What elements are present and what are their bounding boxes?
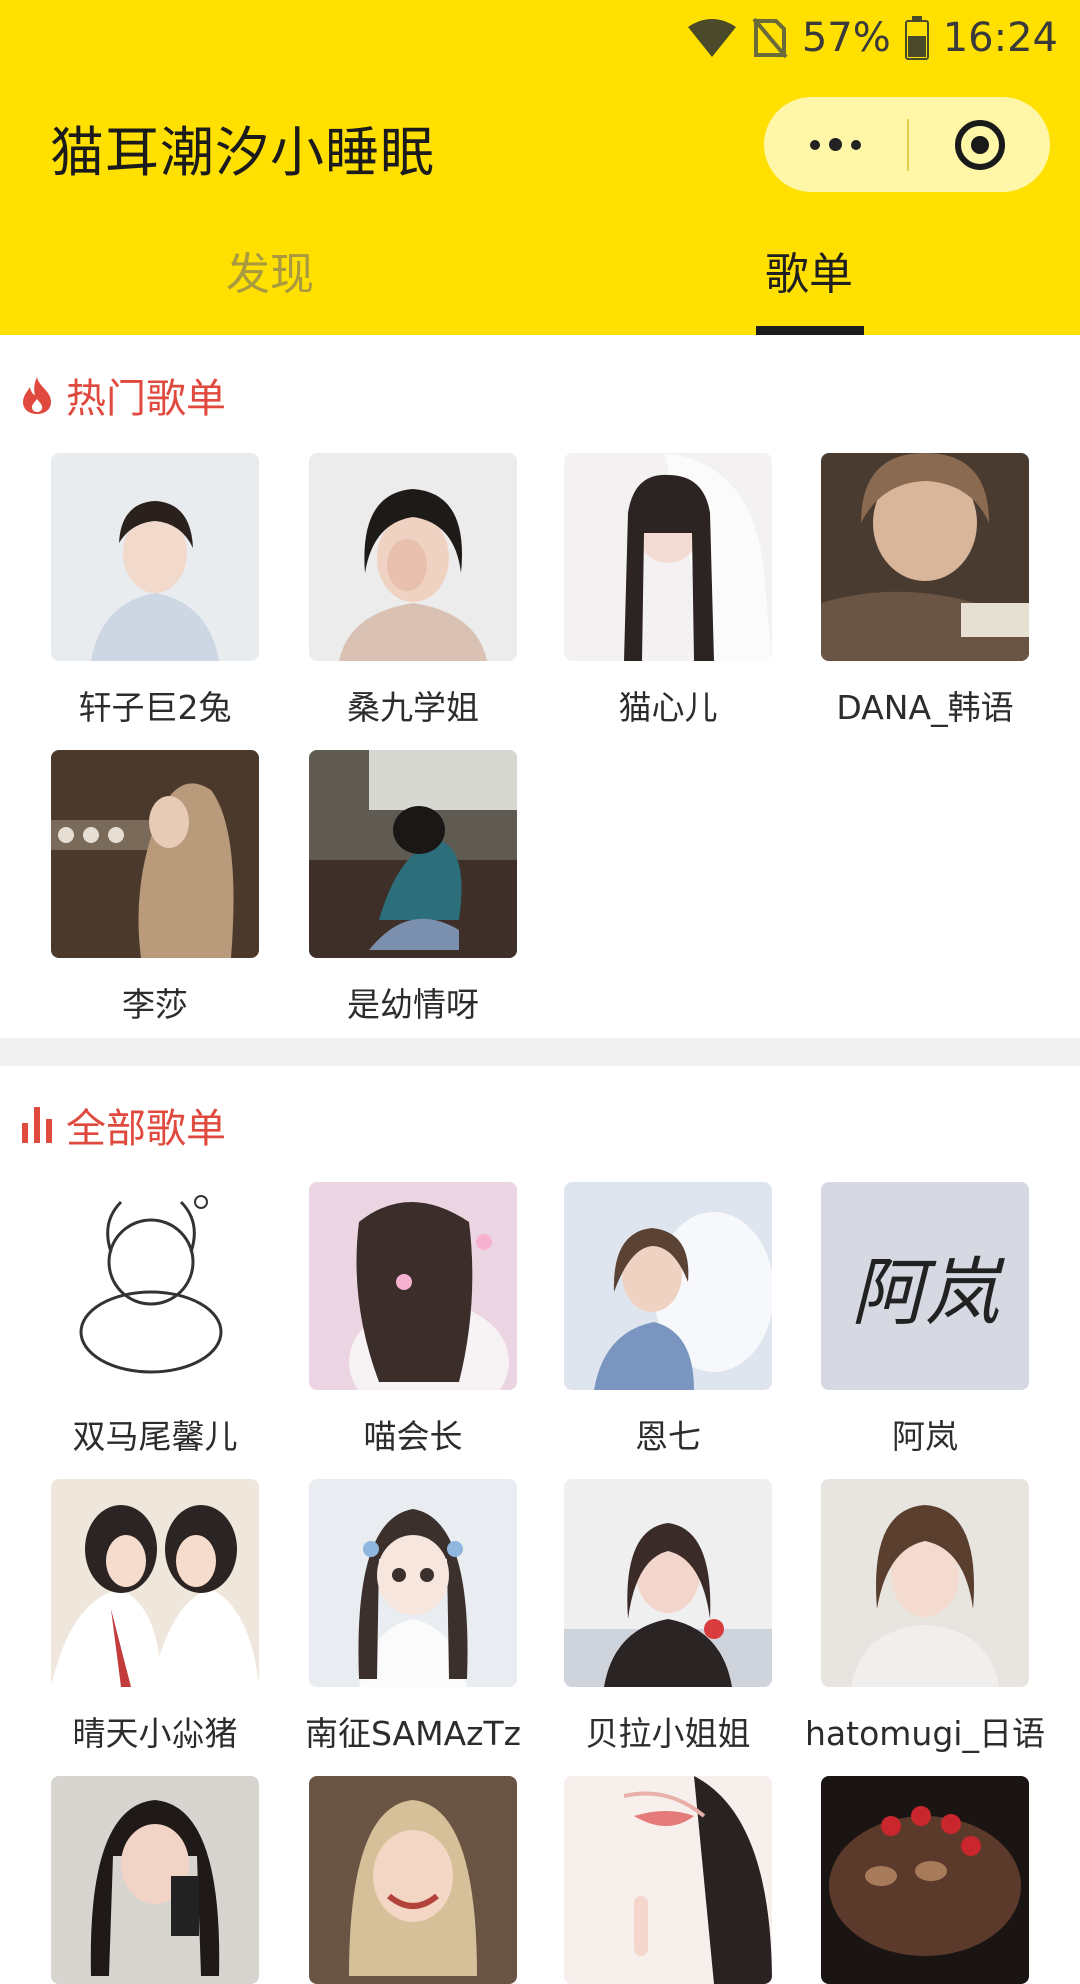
- playlist-cover: [821, 453, 1029, 661]
- target-icon: [954, 119, 1005, 170]
- no-sim-icon: [752, 17, 788, 59]
- playlist-card[interactable]: 桑九学姐: [309, 453, 517, 727]
- playlist-cover: [821, 1479, 1029, 1687]
- tab-playlist-label: 歌单: [765, 249, 853, 300]
- playlist-cover: [309, 453, 517, 661]
- battery-percent: 57%: [801, 15, 891, 61]
- playlist-card[interactable]: 双马尾馨儿: [51, 1182, 259, 1456]
- playlist-cover: [51, 453, 259, 661]
- playlist-cover: [309, 1479, 517, 1687]
- playlist-cover: [51, 1479, 259, 1687]
- playlist-cover: [564, 453, 772, 661]
- playlist-cover: 阿岚: [821, 1182, 1029, 1390]
- battery-icon: [904, 16, 929, 60]
- all-section-label: 全部歌单: [66, 1106, 226, 1152]
- close-button[interactable]: [909, 97, 1050, 192]
- tab-playlist[interactable]: 歌单: [709, 235, 909, 335]
- tab-bar: 发现 歌单: [0, 235, 1080, 335]
- playlist-cover: [309, 1182, 517, 1390]
- playlist-name: 阿岚: [892, 1417, 958, 1456]
- cover-calligraphy: 阿岚: [851, 1249, 999, 1336]
- more-button[interactable]: [764, 97, 907, 192]
- playlist-card[interactable]: hatomugi_日语: [805, 1479, 1045, 1753]
- playlist-card[interactable]: 轩子巨2兔: [51, 453, 259, 727]
- playlist-card[interactable]: [821, 1776, 1029, 1984]
- playlist-card[interactable]: [51, 1776, 259, 1984]
- wifi-icon: [686, 17, 738, 59]
- tab-discover-label: 发现: [226, 249, 314, 300]
- bar-chart-icon: [22, 1107, 52, 1143]
- playlist-cover: [564, 1479, 772, 1687]
- playlist-cover: [51, 1776, 259, 1984]
- mini-program-capsule: [764, 97, 1050, 192]
- section-divider: [0, 1038, 1080, 1066]
- playlist-card[interactable]: 喵会长: [309, 1182, 517, 1456]
- playlist-card[interactable]: [309, 1776, 517, 1984]
- hot-section-label: 热门歌单: [66, 376, 226, 422]
- tab-discover[interactable]: 发现: [170, 235, 370, 335]
- playlist-cover: [564, 1776, 772, 1984]
- playlist-card[interactable]: DANA_韩语: [821, 453, 1029, 727]
- playlist-name: hatomugi_日语: [805, 1714, 1045, 1753]
- all-section-title: 全部歌单: [20, 1095, 226, 1155]
- playlist-name: 是幼情呀: [347, 985, 479, 1024]
- fire-icon: [23, 377, 51, 414]
- playlist-card[interactable]: 贝拉小姐姐: [564, 1479, 772, 1753]
- clock: 16:24: [942, 15, 1058, 61]
- status-bar: 57% 16:24: [686, 8, 1058, 68]
- playlist-card[interactable]: 猫心儿: [564, 453, 772, 727]
- playlist-cover: [309, 750, 517, 958]
- playlist-card[interactable]: 阿岚 阿岚: [821, 1182, 1029, 1456]
- playlist-cover: [309, 1776, 517, 1984]
- hot-section-title: 热门歌单: [20, 365, 226, 425]
- playlist-cover: [51, 750, 259, 958]
- header: 57% 16:24 猫耳潮汐小睡眠 发现 歌单: [0, 0, 1080, 335]
- playlist-cover: [821, 1776, 1029, 1984]
- app-title: 猫耳潮汐小睡眠: [50, 121, 435, 184]
- playlist-card[interactable]: 南征SAMAzTz: [305, 1479, 521, 1753]
- playlist-card[interactable]: 李莎: [51, 750, 259, 1024]
- playlist-card[interactable]: [564, 1776, 772, 1984]
- active-tab-indicator: [756, 326, 864, 335]
- playlist-card[interactable]: 晴天小尛猪: [51, 1479, 259, 1753]
- playlist-card[interactable]: 恩七: [564, 1182, 772, 1456]
- more-icon: [810, 139, 820, 150]
- playlist-cover: [564, 1182, 772, 1390]
- playlist-card[interactable]: 是幼情呀: [309, 750, 517, 1024]
- playlist-cover: [51, 1182, 259, 1390]
- playlist-name: DANA_韩语: [836, 688, 1014, 727]
